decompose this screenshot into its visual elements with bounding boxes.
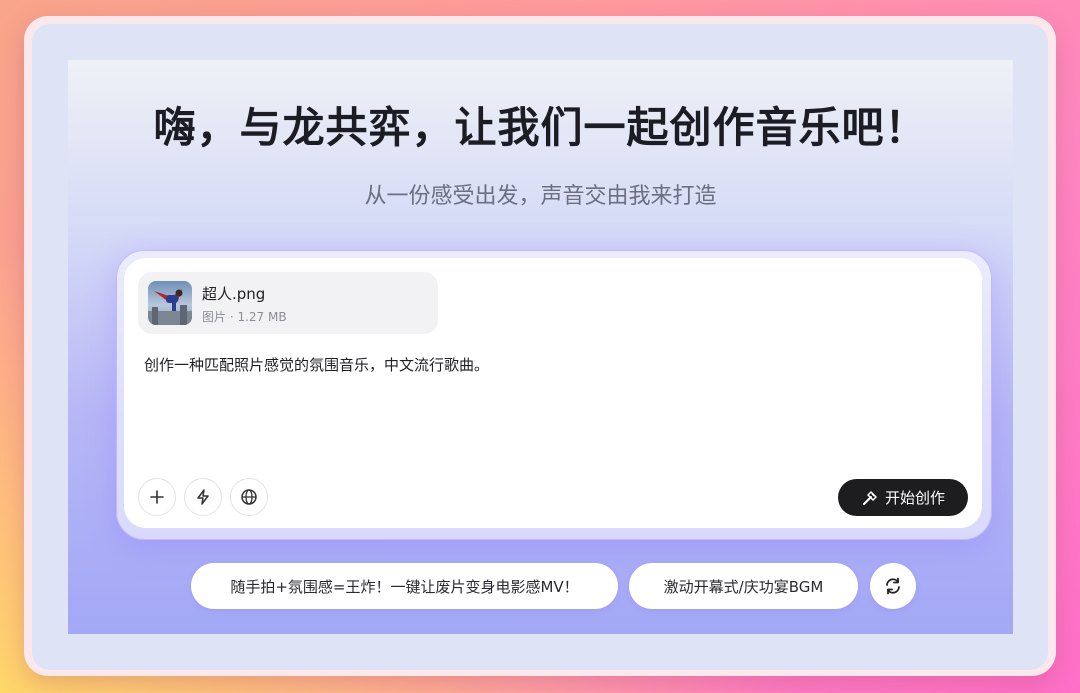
suggestion-chip-label: 激动开幕式/庆功宴BGM (663, 577, 824, 596)
plus-icon (150, 490, 164, 504)
suggestion-chip-1[interactable]: 随手拍+氛围感=王炸！一键让废片变身电影感MV！ (191, 563, 618, 609)
prompt-input[interactable]: 创作一种匹配照片感觉的氛围音乐，中文流行歌曲。 (144, 354, 489, 375)
add-button[interactable] (138, 478, 176, 516)
start-create-button[interactable]: 开始创作 (838, 479, 968, 516)
quick-mode-button[interactable] (184, 478, 222, 516)
start-create-label: 开始创作 (884, 489, 945, 507)
composer-card: 超人.png 图片 · 1.27 MB 创作一种匹配照片感觉的氛围音乐，中文流行… (124, 258, 982, 528)
superhero-image-thumbnail (148, 289, 192, 325)
attachment-file-meta: 图片 · 1.27 MB (202, 310, 287, 324)
refresh-icon (886, 577, 900, 595)
main-stage: 嗨，与龙共弈，让我们一起创作音乐吧！ 从一份感受出发，声音交由我来打造 超人.p… (68, 60, 1013, 634)
page-title: 嗨，与龙共弈，让我们一起创作音乐吧！ (153, 103, 928, 152)
page-subtitle: 从一份感受出发，声音交由我来打造 (364, 184, 717, 209)
lightning-icon (197, 489, 209, 505)
globe-icon (241, 489, 257, 505)
suggestion-chip-2[interactable]: 激动开幕式/庆功宴BGM (629, 563, 858, 609)
web-search-button[interactable] (230, 478, 268, 516)
attachment-thumbnail (148, 281, 192, 325)
magic-wand-icon (862, 490, 877, 505)
suggestion-chip-label: 随手拍+氛围感=王炸！一键让废片变身电影感MV！ (230, 577, 579, 596)
attachment-chip[interactable]: 超人.png 图片 · 1.27 MB (138, 272, 438, 334)
attachment-file-name: 超人.png (202, 285, 266, 303)
refresh-suggestions-button[interactable] (870, 563, 916, 609)
